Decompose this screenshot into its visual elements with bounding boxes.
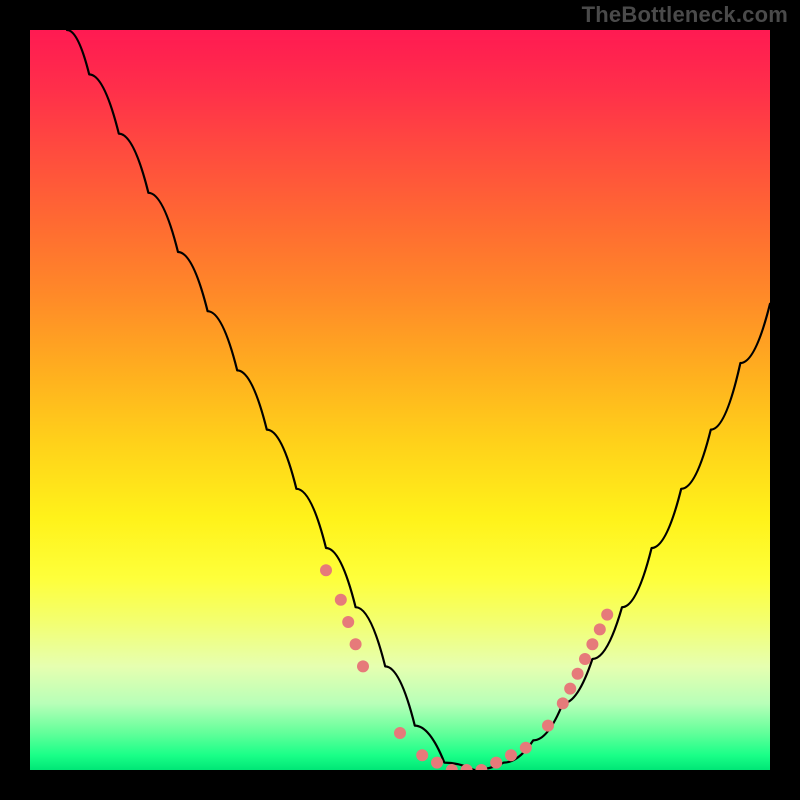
data-points-group [320, 564, 613, 770]
data-point [505, 749, 517, 761]
data-point [542, 720, 554, 732]
plot-area [30, 30, 770, 770]
data-point [490, 757, 502, 769]
bottleneck-curve [67, 30, 770, 770]
data-point [446, 764, 458, 770]
data-point [342, 616, 354, 628]
data-point [572, 668, 584, 680]
data-point [335, 594, 347, 606]
data-point [320, 564, 332, 576]
data-point [586, 638, 598, 650]
data-point [564, 683, 576, 695]
data-point [475, 764, 487, 770]
data-point [394, 727, 406, 739]
data-point [594, 623, 606, 635]
data-point [350, 638, 362, 650]
data-point [557, 697, 569, 709]
data-point [431, 757, 443, 769]
data-point [520, 742, 532, 754]
data-point [601, 609, 613, 621]
watermark-text: TheBottleneck.com [582, 2, 788, 28]
data-point [357, 660, 369, 672]
data-point [579, 653, 591, 665]
curve-overlay [30, 30, 770, 770]
data-point [416, 749, 428, 761]
chart-frame: TheBottleneck.com [0, 0, 800, 800]
